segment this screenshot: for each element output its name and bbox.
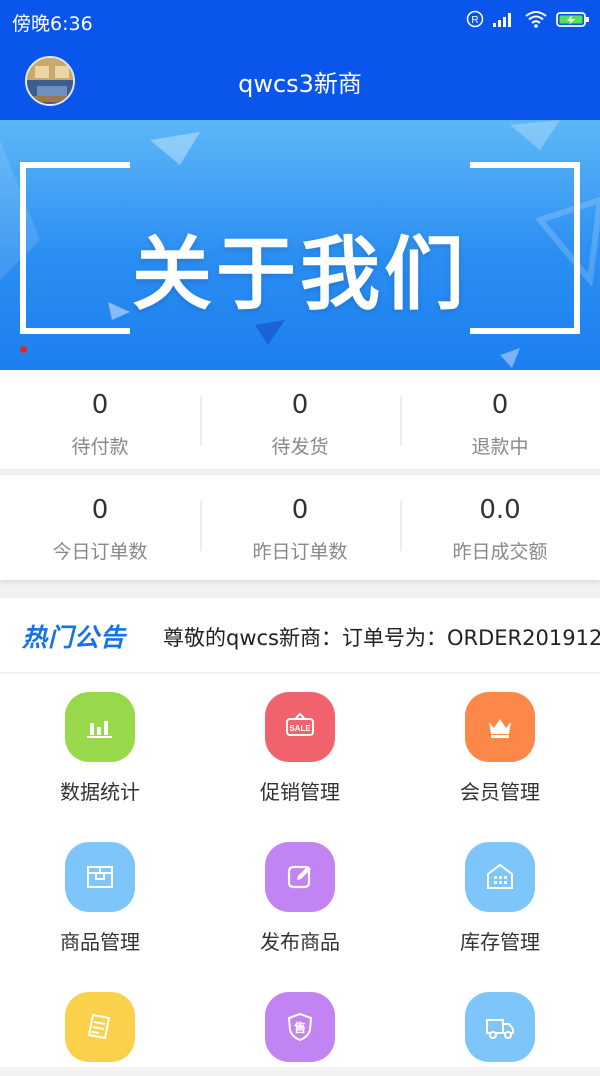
announcement-text[interactable]: 尊敬的qwcs新商：订单号为：ORDER2019120 (163, 622, 600, 652)
battery-charging-icon (556, 10, 590, 32)
menu-item-members[interactable]: 会员管理 (400, 692, 600, 805)
stat-label: 待发货 (271, 436, 329, 458)
menu-item-label: 数据统计 (60, 780, 140, 804)
bar-chart-icon (65, 692, 135, 762)
menu-item-sales[interactable]: 售 (200, 992, 400, 1076)
menu-item-promotion[interactable]: SALE 促销管理 (200, 692, 400, 805)
sale-glyph: 售 (294, 1020, 306, 1035)
banner-title: 关于我们 (132, 228, 468, 321)
stat-refunding[interactable]: 0 退款中 (400, 370, 600, 469)
menu-item-label: 库存管理 (460, 930, 540, 954)
sale-shield-icon: 售 (265, 992, 335, 1062)
box-icon (65, 842, 135, 912)
feature-grid: 数据统计 SALE 促销管理 会员管理 商品管理 发布商品 库存管理 售 (0, 674, 600, 1067)
receipt-icon (65, 992, 135, 1062)
signal-icon (492, 10, 516, 32)
stat-value: 0 (291, 495, 309, 525)
menu-item-receipt[interactable] (0, 992, 200, 1076)
stat-value: 0 (491, 390, 509, 420)
stats-row-orders: 0 待付款 0 待发货 0 退款中 (0, 370, 600, 475)
crown-icon (465, 692, 535, 762)
status-time: 傍晚6:36 (12, 13, 93, 35)
menu-item-delivery[interactable] (400, 992, 600, 1076)
stat-label: 昨日成交额 (452, 541, 548, 563)
stat-pending-shipment[interactable]: 0 待发货 (200, 370, 400, 469)
menu-item-label: 促销管理 (260, 780, 340, 804)
svg-text:R: R (471, 15, 478, 26)
warehouse-icon (465, 842, 535, 912)
app-header: qwcs3新商 (0, 42, 600, 120)
stat-value: 0 (91, 495, 109, 525)
stat-value: 0 (91, 390, 109, 420)
banner-carousel[interactable]: 关于我们 (0, 120, 600, 370)
page-title: qwcs3新商 (238, 70, 362, 98)
sale-tag-icon: SALE (265, 692, 335, 762)
menu-item-products[interactable]: 商品管理 (0, 842, 200, 955)
menu-item-label: 商品管理 (60, 930, 140, 954)
menu-item-label: 会员管理 (460, 780, 540, 804)
stat-label: 退款中 (471, 436, 529, 458)
menu-item-publish-product[interactable]: 发布商品 (200, 842, 400, 955)
edit-icon (265, 842, 335, 912)
delivery-truck-icon (465, 992, 535, 1062)
announcement-badge: 热门公告 (22, 623, 127, 652)
menu-item-data-stats[interactable]: 数据统计 (0, 692, 200, 805)
stat-label: 昨日订单数 (252, 541, 348, 563)
stats-row-summary: 0 今日订单数 0 昨日订单数 0.0 昨日成交额 (0, 475, 600, 580)
menu-item-label: 发布商品 (260, 930, 340, 954)
order-stats-card: 0 待付款 0 待发货 0 退款中 0 今日订单数 0 昨日订单数 0.0 昨日… (0, 370, 600, 580)
stat-yesterday-turnover[interactable]: 0.0 昨日成交额 (400, 475, 600, 580)
status-icons: R (466, 10, 590, 32)
stat-label: 今日订单数 (52, 541, 148, 563)
carousel-indicator[interactable] (20, 346, 27, 353)
stat-label: 待付款 (71, 436, 129, 458)
stat-value: 0.0 (479, 495, 521, 525)
registered-icon: R (466, 10, 484, 32)
stat-pending-payment[interactable]: 0 待付款 (0, 370, 200, 469)
svg-text:SALE: SALE (289, 724, 311, 733)
stat-today-orders[interactable]: 0 今日订单数 (0, 475, 200, 580)
stat-value: 0 (291, 390, 309, 420)
menu-item-inventory[interactable]: 库存管理 (400, 842, 600, 955)
wifi-icon (524, 10, 548, 32)
stat-yesterday-orders[interactable]: 0 昨日订单数 (200, 475, 400, 580)
announcement-bar[interactable]: 热门公告 尊敬的qwcs新商：订单号为：ORDER2019120 (0, 598, 600, 672)
status-bar: 傍晚6:36 R (0, 0, 600, 42)
